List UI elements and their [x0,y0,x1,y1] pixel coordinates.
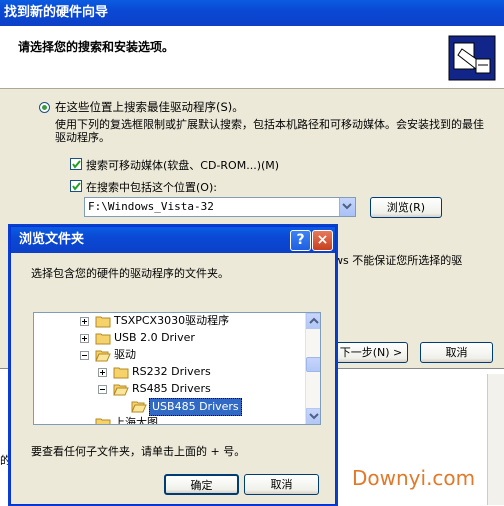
help-button[interactable]: ? [290,230,311,251]
location-path-input[interactable]: F:\Windows_Vista-32 [84,197,356,217]
chevron-up-icon [309,317,319,324]
tree-item-label: 上海大图 [114,416,158,425]
tree-item[interactable]: RS485 Drivers [34,381,304,397]
scroll-thumb[interactable] [306,357,320,372]
tree-item-label: RS232 Drivers [132,365,211,378]
help-icon: ? [296,232,305,248]
removable-media-checkbox[interactable] [70,158,82,170]
collapse-icon[interactable] [80,351,89,360]
search-radio-label: 在这些位置上搜索最佳驱动程序(S)。 [55,100,244,114]
tree-item[interactable]: 上海大图 [34,415,304,425]
tree-item-label: USB 2.0 Driver [114,331,195,344]
expand-icon[interactable] [80,334,89,343]
dialog-titlebar[interactable]: 浏览文件夹 [11,227,335,253]
watermark-text: Downyi.com [352,466,476,490]
expand-icon[interactable] [80,317,89,326]
close-button[interactable]: × [312,230,333,251]
wizard-text-fragment: ws 不能保证您所选择的驱 [334,254,463,267]
tree-item[interactable]: USB 2.0 Driver [34,330,304,346]
wizard-titlebar[interactable]: 找到新的硬件向导 [0,0,504,26]
tree-item[interactable]: TSXPCX3030驱动程序 [34,313,304,329]
wizard-title: 找到新的硬件向导 [4,5,109,20]
wizard-description: 使用下列的复选框限制或扩展默认搜索，包括本机路径和可移动媒体。会安装找到的最佳驱… [55,118,484,144]
include-location-label: 在搜索中包括这个位置(O): [86,181,217,194]
open-folder-icon [131,401,147,413]
collapse-icon[interactable] [98,385,107,394]
tree-item-label: RS485 Drivers [132,382,211,395]
folder-tree[interactable]: TSXPCX3030驱动程序 USB 2.0 Driver 驱动 RS232 D… [33,312,321,425]
open-folder-icon [113,384,129,396]
scroll-down-button[interactable] [306,408,320,424]
search-radio[interactable] [39,102,50,113]
dialog-hint: 要查看任何子文件夹，请单击上面的 + 号。 [31,445,246,458]
wizard-header-title: 请选择您的搜索和安装选项。 [18,40,175,54]
chevron-down-icon [342,203,352,210]
tree-item-label: 驱动 [114,348,136,361]
dialog-instruction: 选择包含您的硬件的驱动程序的文件夹。 [31,267,229,280]
wizard-cancel-button[interactable]: 取消 [420,342,493,363]
close-icon: × [316,232,329,248]
ok-button[interactable]: 确定 [164,474,239,495]
tree-item[interactable]: 驱动 [34,347,304,363]
folder-icon [95,418,111,424]
dialog-cancel-button[interactable]: 取消 [244,474,319,495]
browse-folder-dialog: 浏览文件夹 ? × 选择包含您的硬件的驱动程序的文件夹。 TSXPCX3030驱… [10,226,336,505]
background-scrollbar[interactable] [487,374,504,505]
next-button[interactable]: 下一步(N) > [334,342,408,363]
hardware-wizard-icon [448,35,496,81]
tree-scrollbar[interactable] [305,313,320,424]
folder-icon [95,333,111,345]
removable-media-label: 搜索可移动媒体(软盘、CD-ROM...)(M) [86,159,280,172]
dialog-title: 浏览文件夹 [19,232,85,247]
chevron-down-icon [309,413,319,420]
tree-item-selected[interactable]: USB485 Drivers [34,398,304,416]
wizard-header [0,26,504,89]
open-folder-icon [95,350,111,362]
scroll-up-button[interactable] [306,313,320,329]
tree-item-label: TSXPCX3030驱动程序 [114,314,230,327]
folder-icon [95,316,111,328]
include-location-checkbox[interactable] [70,180,82,192]
tree-item-label: USB485 Drivers [149,398,242,416]
folder-icon [113,367,129,379]
browse-button[interactable]: 浏览(R) [370,197,442,218]
path-dropdown-button[interactable] [339,198,355,216]
expand-icon[interactable] [98,368,107,377]
tree-item[interactable]: RS232 Drivers [34,364,304,380]
